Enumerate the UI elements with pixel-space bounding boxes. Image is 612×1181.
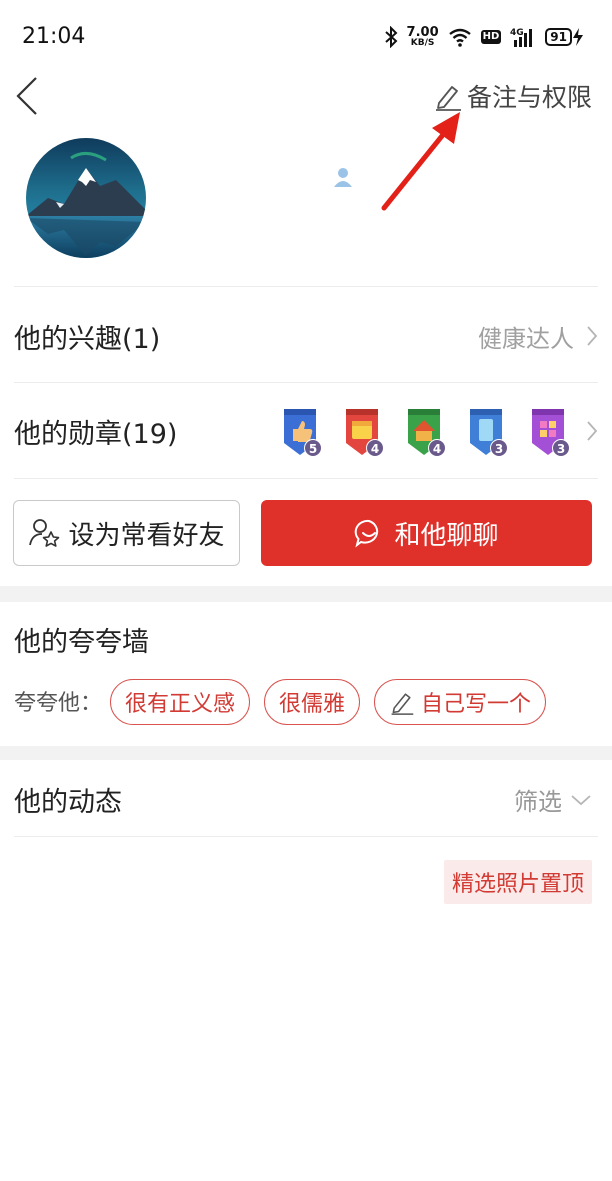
remark-label: 备注与权限 (466, 83, 592, 112)
battery-icon: 91 (545, 27, 584, 47)
section-gap (0, 746, 612, 760)
medal-thumbs-up: 5 (278, 405, 322, 457)
interests-title: 他的兴趣(1) (14, 323, 161, 355)
interests-value-group: 健康达人 (478, 319, 598, 354)
interests-value: 健康达人 (478, 324, 574, 353)
wifi-icon (448, 28, 471, 47)
chevron-down-icon (571, 794, 591, 805)
medal-house: 4 (402, 405, 446, 457)
divider (14, 286, 598, 287)
net-speed-unit: KB/S (410, 38, 435, 48)
medal-list: 5 4 4 3 3 (278, 405, 570, 457)
signal-icon: 4G (510, 28, 533, 47)
praise-label: 夸夸他： (14, 691, 103, 716)
charging-icon (573, 28, 583, 46)
set-favorite-friend-button[interactable]: 设为常看好友 (13, 500, 240, 566)
chat-button[interactable]: 和他聊聊 (261, 500, 592, 566)
net-speed: 7.00 KB/S (407, 26, 439, 48)
chevron-right-icon (587, 421, 598, 441)
praise-wall-title: 他的夸夸墙 (14, 627, 149, 658)
back-button[interactable] (12, 72, 52, 120)
medals-title: 他的勋章(19) (14, 418, 178, 450)
write-own-label: 自己写一个 (421, 692, 532, 717)
medal-count: 5 (304, 439, 322, 457)
praise-tags: 很有正义感 很儒雅 自己写一个 (110, 679, 547, 725)
medal-grid: 3 (526, 405, 570, 457)
signal-type-label: 4G (510, 28, 524, 38)
praise-tag[interactable]: 很儒雅 (264, 679, 361, 725)
chat-label: 和他聊聊 (394, 520, 499, 551)
praise-tag[interactable]: 很有正义感 (110, 679, 251, 725)
dynamics-title: 他的动态 (14, 787, 122, 818)
divider (14, 836, 598, 837)
medal-count: 3 (490, 439, 508, 457)
pin-photos-button[interactable]: 精选照片置顶 (443, 860, 592, 904)
chevron-right-icon (587, 326, 598, 346)
battery-level: 91 (545, 28, 572, 46)
user-star-icon (29, 519, 60, 547)
filter-button[interactable]: 筛选 (514, 782, 592, 817)
chevron-left-icon (16, 77, 37, 115)
annotation-arrow (381, 112, 460, 211)
medals-row[interactable]: 他的勋章(19) 5 4 4 3 3 (14, 400, 598, 462)
status-time: 21:04 (22, 24, 86, 49)
mountain-landscape-image (26, 138, 146, 258)
hd-badge: HD (480, 30, 502, 44)
interests-row[interactable]: 他的兴趣(1) 健康达人 (14, 306, 598, 366)
medal-count: 3 (552, 439, 570, 457)
medal-phone: 3 (464, 405, 508, 457)
favorite-label: 设为常看好友 (68, 520, 225, 551)
status-icons: 7.00 KB/S HD 4G 91 (384, 22, 584, 52)
pencil-icon (391, 693, 414, 715)
divider (14, 382, 598, 383)
filter-label: 筛选 (514, 788, 562, 816)
section-gap (0, 586, 612, 602)
medal-count: 4 (366, 439, 384, 457)
bluetooth-icon (384, 26, 397, 48)
avatar[interactable] (26, 138, 146, 258)
medal-count: 4 (428, 439, 446, 457)
status-bar: 21:04 7.00 KB/S HD 4G 91 (0, 0, 612, 70)
chat-bubble-icon (355, 519, 379, 548)
divider (14, 478, 598, 479)
medals-group: 5 4 4 3 3 (278, 405, 598, 457)
user-icon (334, 168, 352, 187)
write-own-praise-button[interactable]: 自己写一个 (374, 679, 547, 725)
medal-calendar: 4 (340, 405, 384, 457)
